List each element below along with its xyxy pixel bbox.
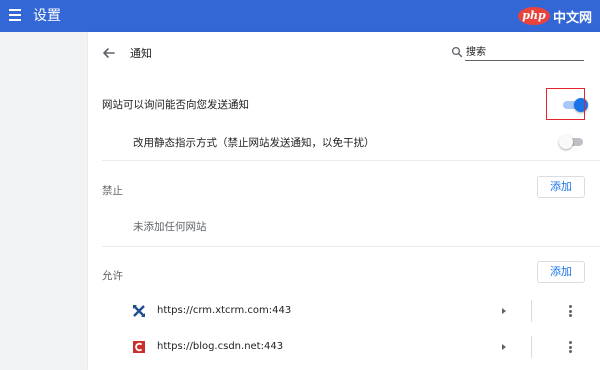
site-url: https://blog.csdn.net:443	[157, 341, 284, 352]
hamburger-menu-icon[interactable]	[9, 9, 21, 21]
play-arrow-icon[interactable]	[500, 307, 508, 315]
watermark-logo: php	[518, 7, 550, 25]
row-separator	[531, 336, 532, 358]
add-blocked-site-button[interactable]: 添加	[537, 176, 585, 198]
site-row[interactable]: https://blog.csdn.net:443	[88, 331, 600, 365]
top-app-bar: 设置 php 中文网	[0, 0, 600, 32]
xtcrm-favicon	[133, 305, 145, 317]
block-heading: 禁止	[102, 185, 123, 197]
add-allowed-site-button[interactable]: 添加	[537, 261, 585, 283]
search-icon	[451, 46, 463, 58]
toggle-knob	[559, 135, 573, 149]
site-url: https://crm.xtcrm.com:443	[157, 305, 292, 316]
watermark: php 中文网	[518, 6, 592, 26]
allow-heading: 允许	[102, 270, 123, 282]
divider	[102, 246, 600, 247]
more-vert-icon[interactable]	[568, 305, 572, 317]
quieter-messaging-toggle[interactable]	[559, 135, 585, 149]
highlight-annotation	[546, 88, 585, 120]
app-title: 设置	[33, 8, 61, 24]
ask-to-send-label: 网站可以询问能否向您发送通知	[102, 99, 249, 111]
arrow-left-icon[interactable]	[101, 45, 117, 61]
divider	[102, 160, 600, 161]
block-empty-text: 未添加任何网站	[133, 221, 207, 233]
quieter-messaging-label: 改用静态指示方式（禁止网站发送通知，以免干扰）	[133, 137, 375, 149]
play-arrow-icon[interactable]	[500, 343, 508, 351]
site-row[interactable]: https://crm.xtcrm.com:443	[88, 294, 600, 328]
settings-card: 通知 网站可以询问能否向您发送通知 改用静态指示方式（禁止网站发送通知，以免干扰…	[88, 32, 600, 370]
more-vert-icon[interactable]	[568, 341, 572, 353]
row-separator	[531, 300, 532, 322]
csdn-favicon	[133, 341, 145, 353]
page-title: 通知	[130, 47, 152, 60]
watermark-text: 中文网	[553, 10, 593, 26]
search-input[interactable]	[465, 44, 584, 61]
